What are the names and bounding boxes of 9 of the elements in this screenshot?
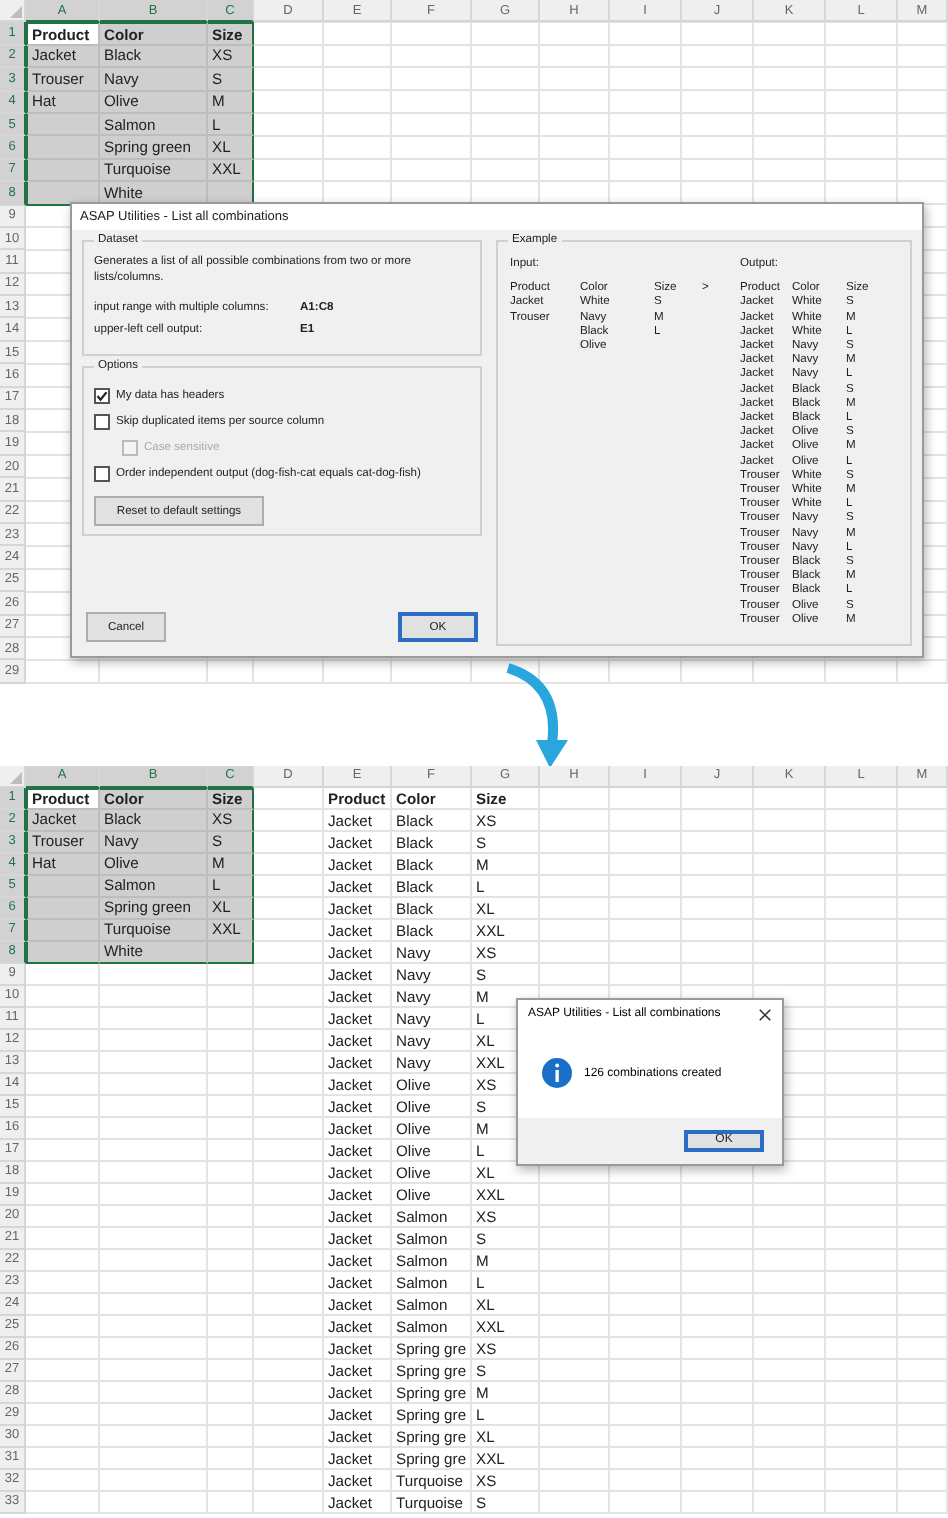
curved-arrow xyxy=(506,663,568,768)
checkbox[interactable] xyxy=(94,388,110,405)
selected-cell xyxy=(208,941,254,964)
checkbox[interactable] xyxy=(94,466,110,483)
close-icon[interactable] xyxy=(758,1007,772,1022)
triangle-icon xyxy=(10,6,22,19)
info-icon xyxy=(542,1058,572,1089)
triangle-icon xyxy=(10,771,22,784)
checkbox[interactable] xyxy=(94,414,110,431)
